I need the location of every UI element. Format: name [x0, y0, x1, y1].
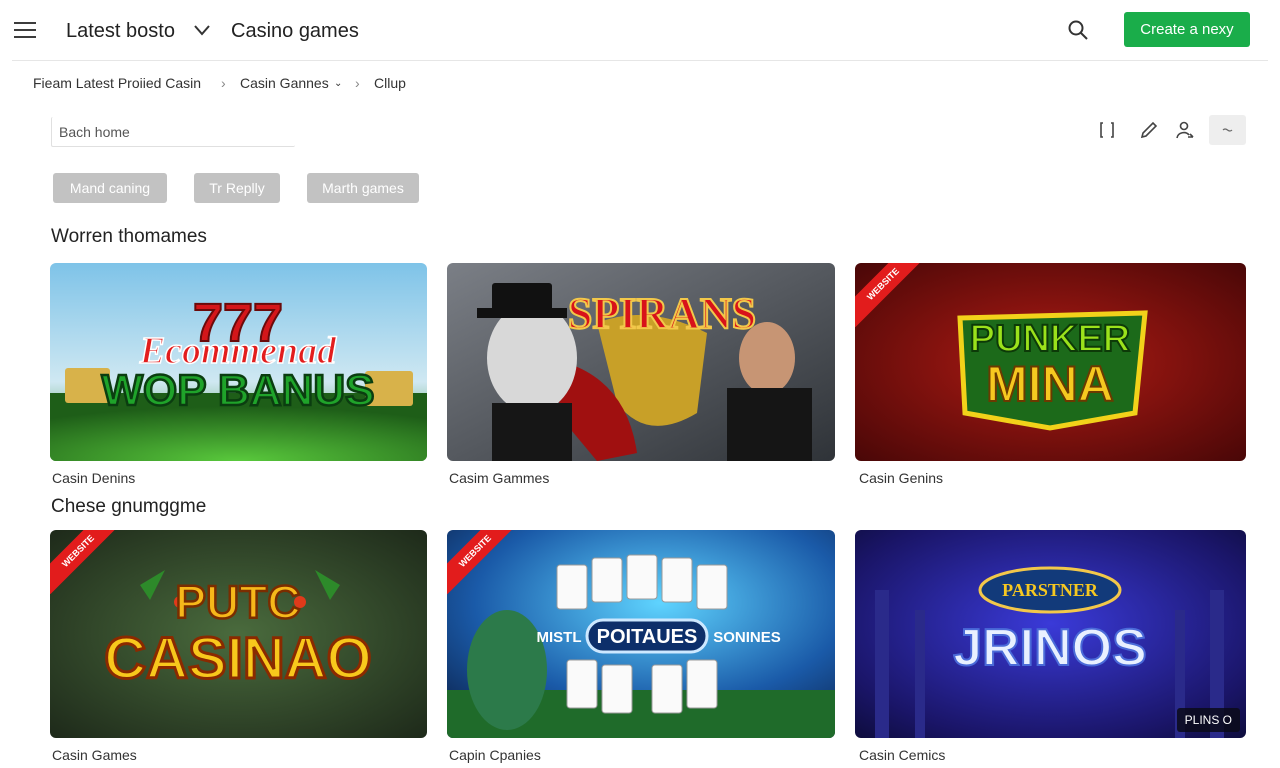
- card-label[interactable]: Casin Cemics: [859, 747, 945, 763]
- card-label[interactable]: Casin Denins: [52, 470, 135, 486]
- card-art-text: POITAUES: [597, 626, 698, 648]
- menu-icon[interactable]: [14, 22, 36, 38]
- breadcrumb-item[interactable]: Cllup: [374, 75, 406, 91]
- search-icon[interactable]: [1066, 18, 1090, 42]
- game-card[interactable]: PUTC CASINAO WEBSITE: [50, 530, 427, 738]
- game-thumbnail: PARSTNER JRINOS: [855, 530, 1246, 738]
- game-thumbnail: SPIRANS: [447, 263, 835, 461]
- game-thumbnail: PUNKER MINA: [855, 263, 1246, 461]
- brand-title[interactable]: Latest bosto: [66, 20, 175, 43]
- game-card[interactable]: 777 Ecommenad WOP BANUS: [50, 263, 427, 461]
- breadcrumb-item[interactable]: Fieam Latest Proiied Casin: [33, 75, 201, 91]
- filter-chip[interactable]: Tr Replly: [194, 173, 280, 203]
- breadcrumb-item[interactable]: Casin Gannes: [240, 75, 329, 91]
- card-art-text: PUTC: [175, 576, 300, 628]
- card-art-text: MISTL: [537, 629, 582, 646]
- create-button[interactable]: Create a nexy: [1124, 12, 1250, 47]
- game-thumbnail: 777 Ecommenad WOP BANUS: [50, 263, 427, 461]
- more-icon: [1222, 128, 1233, 132]
- game-thumbnail: PUTC CASINAO: [50, 530, 427, 738]
- user-icon[interactable]: [1173, 118, 1197, 142]
- game-card[interactable]: POITAUES MISTL SONINES WEBSITE: [447, 530, 835, 738]
- filter-chip[interactable]: Mand caning: [53, 173, 167, 203]
- card-art-text: MINA: [986, 356, 1114, 412]
- card-art-text: SPIRANS: [568, 289, 756, 338]
- game-card[interactable]: SPIRANS: [447, 263, 835, 461]
- section-heading: Worren thomames: [51, 226, 207, 247]
- card-label[interactable]: Casin Genins: [859, 470, 943, 486]
- card-label[interactable]: Casin Games: [52, 747, 137, 763]
- search-input[interactable]: [51, 117, 295, 147]
- card-label[interactable]: Casim Gammes: [449, 470, 549, 486]
- page-title: Casino games: [231, 20, 359, 42]
- card-art-text: SONINES: [713, 629, 781, 646]
- divider: [12, 60, 1268, 61]
- more-button[interactable]: [1209, 115, 1246, 145]
- chevron-right-icon: ›: [355, 75, 360, 91]
- top-bar: Latest bosto Casino games Create a nexy: [0, 0, 1280, 60]
- card-label[interactable]: Capin Cpanies: [449, 747, 541, 763]
- card-art-text: PARSTNER: [1002, 580, 1099, 600]
- bracket-icon[interactable]: [1095, 118, 1119, 142]
- card-art-text: PUNKER: [970, 318, 1130, 360]
- card-art-text: CASINAO: [104, 626, 371, 691]
- game-card[interactable]: PARSTNER JRINOS PLINS O: [855, 530, 1246, 738]
- section-heading: Chese gnumggme: [51, 496, 207, 517]
- chevron-down-icon[interactable]: [192, 20, 212, 40]
- card-art-text: JRINOS: [953, 619, 1147, 677]
- card-tag: PLINS O: [1176, 708, 1240, 732]
- pencil-icon[interactable]: [1137, 118, 1161, 142]
- chevron-down-icon[interactable]: ⌄: [334, 78, 342, 89]
- filter-chip[interactable]: Marth games: [307, 173, 419, 203]
- game-thumbnail: POITAUES MISTL SONINES: [447, 530, 835, 738]
- card-art-text: WOP BANUS: [102, 366, 375, 415]
- game-card[interactable]: PUNKER MINA WEBSITE: [855, 263, 1246, 461]
- chevron-right-icon: ›: [221, 75, 226, 91]
